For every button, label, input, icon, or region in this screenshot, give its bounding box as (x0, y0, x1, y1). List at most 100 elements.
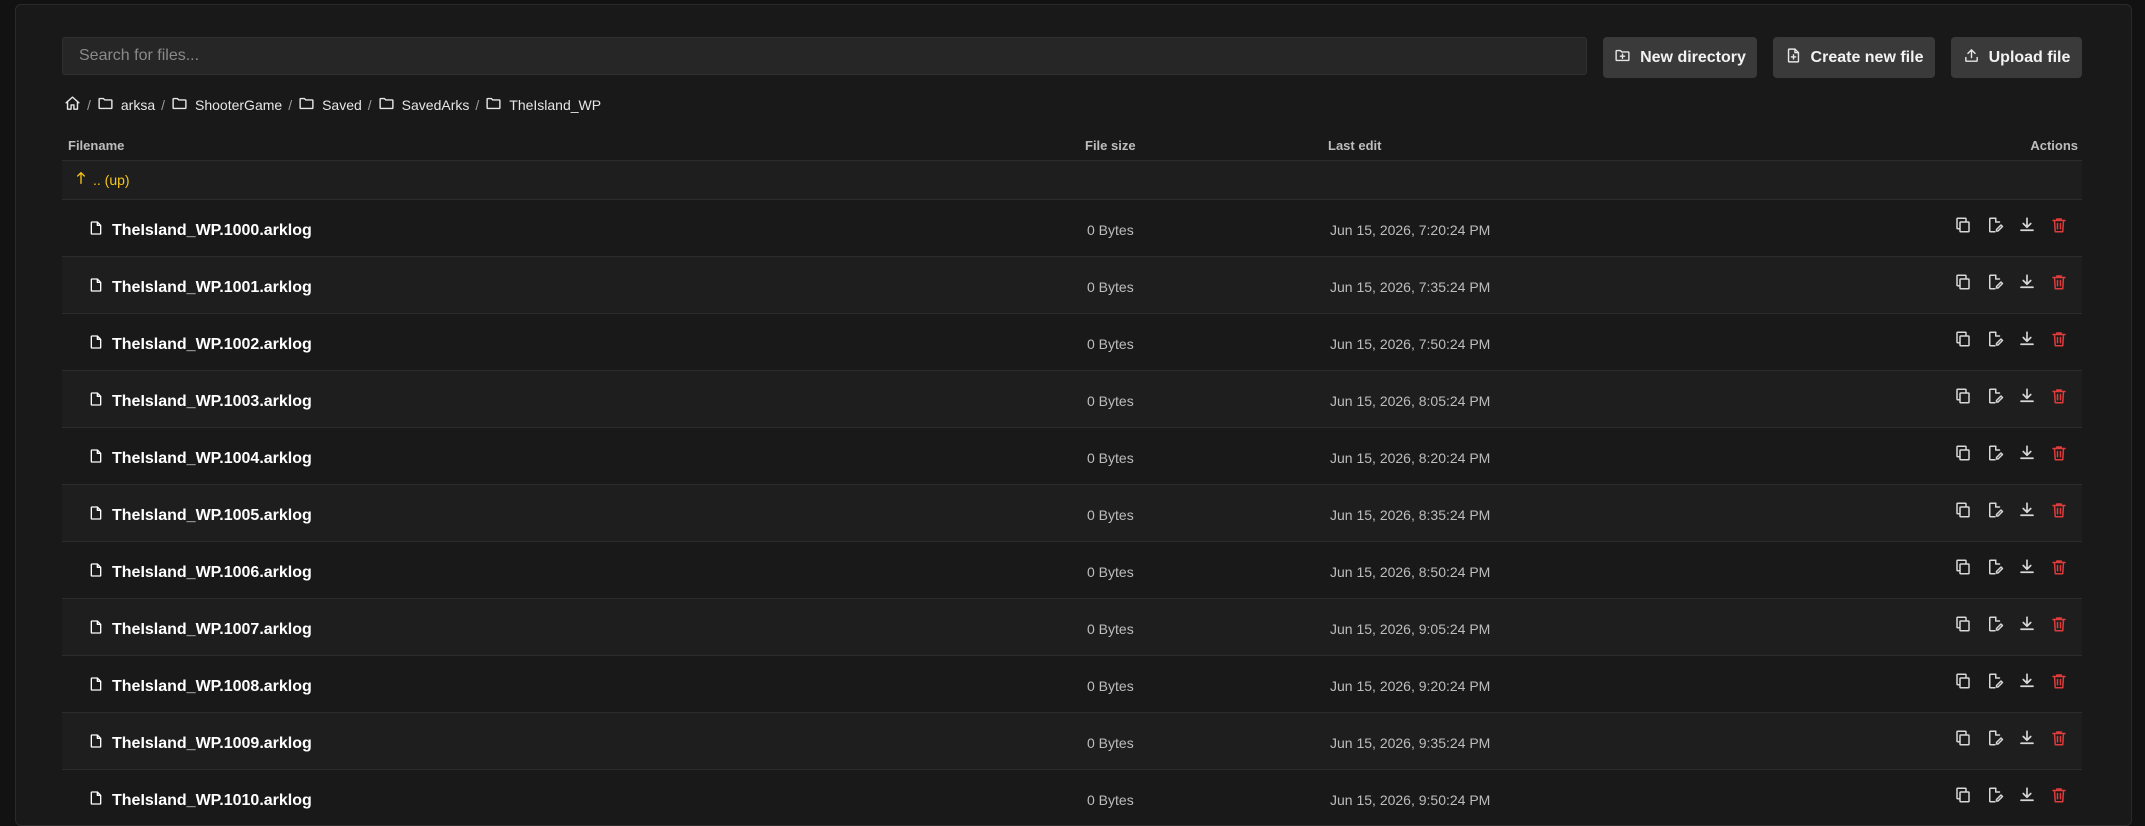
edit-icon[interactable] (1986, 387, 2004, 405)
table-row[interactable]: TheIsland_WP.1006.arklog 0 Bytes Jun 15, 2… (62, 541, 2082, 598)
search-input[interactable] (62, 37, 1587, 75)
breadcrumb-item-savedarks[interactable]: SavedArks (378, 95, 469, 115)
trash-icon[interactable] (2050, 273, 2068, 291)
file-size: 0 Bytes (1087, 564, 1134, 580)
upload-file-label: Upload file (1988, 48, 2071, 66)
file-name-cell[interactable]: TheIsland_WP.1010.arklog (88, 790, 312, 811)
breadcrumb-home[interactable] (64, 95, 81, 115)
trash-icon[interactable] (2050, 729, 2068, 747)
download-icon[interactable] (2018, 387, 2036, 405)
file-name-cell[interactable]: TheIsland_WP.1000.arklog (88, 220, 312, 241)
file-name-cell[interactable]: TheIsland_WP.1002.arklog (88, 334, 312, 355)
column-header-file-size[interactable]: File size (1085, 138, 1136, 153)
file-name-cell[interactable]: TheIsland_WP.1004.arklog (88, 448, 312, 469)
breadcrumb-item-arksa[interactable]: arksa (97, 95, 155, 115)
row-actions (1954, 444, 2068, 462)
trash-icon[interactable] (2050, 387, 2068, 405)
copy-icon[interactable] (1954, 615, 1972, 633)
copy-icon[interactable] (1954, 729, 1972, 747)
file-name-cell[interactable]: TheIsland_WP.1006.arklog (88, 562, 312, 583)
download-icon[interactable] (2018, 672, 2036, 690)
edit-icon[interactable] (1986, 615, 2004, 633)
create-new-file-button[interactable]: Create new file (1773, 37, 1935, 78)
table-row[interactable]: TheIsland_WP.1000.arklog 0 Bytes Jun 15, 2… (62, 199, 2082, 256)
table-row[interactable]: TheIsland_WP.1003.arklog 0 Bytes Jun 15, 2… (62, 370, 2082, 427)
edit-icon[interactable] (1986, 216, 2004, 234)
column-header-last-edit[interactable]: Last edit (1328, 138, 1381, 153)
trash-icon[interactable] (2050, 216, 2068, 234)
file-size: 0 Bytes (1087, 621, 1134, 637)
column-header-filename[interactable]: Filename (68, 138, 124, 153)
file-name-cell[interactable]: TheIsland_WP.1008.arklog (88, 676, 312, 697)
copy-icon[interactable] (1954, 387, 1972, 405)
copy-icon[interactable] (1954, 786, 1972, 804)
file-name: TheIsland_WP.1009.arklog (112, 734, 312, 752)
file-name-cell[interactable]: TheIsland_WP.1007.arklog (88, 619, 312, 640)
file-name-cell[interactable]: TheIsland_WP.1009.arklog (88, 733, 312, 754)
up-directory-row[interactable]: .. (up) (62, 161, 2082, 199)
copy-icon[interactable] (1954, 444, 1972, 462)
table-row[interactable]: TheIsland_WP.1008.arklog 0 Bytes Jun 15, 2… (62, 655, 2082, 712)
toolbar: New directory Create new file Upload fil… (62, 37, 2082, 79)
up-directory-link[interactable]: .. (up) (73, 169, 130, 190)
trash-icon[interactable] (2050, 558, 2068, 576)
copy-icon[interactable] (1954, 558, 1972, 576)
trash-icon[interactable] (2050, 330, 2068, 348)
download-icon[interactable] (2018, 501, 2036, 519)
table-row[interactable]: TheIsland_WP.1001.arklog 0 Bytes Jun 15, 2… (62, 256, 2082, 313)
breadcrumb-item-saved[interactable]: Saved (298, 95, 362, 115)
edit-icon[interactable] (1986, 729, 2004, 747)
breadcrumb-item-theisland-wp[interactable]: TheIsland_WP (485, 95, 601, 115)
trash-icon[interactable] (2050, 786, 2068, 804)
download-icon[interactable] (2018, 330, 2036, 348)
file-icon (88, 448, 104, 469)
arrow-up-icon (73, 169, 89, 190)
download-icon[interactable] (2018, 786, 2036, 804)
table-row[interactable]: TheIsland_WP.1007.arklog 0 Bytes Jun 15, 2… (62, 598, 2082, 655)
file-icon (88, 562, 104, 583)
download-icon[interactable] (2018, 273, 2036, 291)
download-icon[interactable] (2018, 615, 2036, 633)
row-actions (1954, 216, 2068, 234)
trash-icon[interactable] (2050, 672, 2068, 690)
trash-icon[interactable] (2050, 501, 2068, 519)
breadcrumb-item-shootergame[interactable]: ShooterGame (171, 95, 282, 115)
download-icon[interactable] (2018, 729, 2036, 747)
table-row[interactable]: TheIsland_WP.1009.arklog 0 Bytes Jun 15, 2… (62, 712, 2082, 769)
edit-icon[interactable] (1986, 786, 2004, 804)
up-directory-label: .. (up) (93, 171, 130, 188)
file-size: 0 Bytes (1087, 792, 1134, 808)
copy-icon[interactable] (1954, 273, 1972, 291)
file-name-cell[interactable]: TheIsland_WP.1003.arklog (88, 391, 312, 412)
copy-icon[interactable] (1954, 672, 1972, 690)
row-actions (1954, 786, 2068, 804)
edit-icon[interactable] (1986, 330, 2004, 348)
new-directory-button[interactable]: New directory (1603, 37, 1757, 78)
download-icon[interactable] (2018, 216, 2036, 234)
file-name-cell[interactable]: TheIsland_WP.1005.arklog (88, 505, 312, 526)
folder-icon (171, 95, 188, 115)
edit-icon[interactable] (1986, 273, 2004, 291)
breadcrumb-separator: / (367, 97, 372, 113)
trash-icon[interactable] (2050, 615, 2068, 633)
table-row[interactable]: TheIsland_WP.1005.arklog 0 Bytes Jun 15, 2… (62, 484, 2082, 541)
row-actions (1954, 558, 2068, 576)
trash-icon[interactable] (2050, 444, 2068, 462)
table-row[interactable]: TheIsland_WP.1004.arklog 0 Bytes Jun 15, 2… (62, 427, 2082, 484)
copy-icon[interactable] (1954, 330, 1972, 348)
copy-icon[interactable] (1954, 216, 1972, 234)
file-icon (88, 733, 104, 754)
table-row[interactable]: TheIsland_WP.1002.arklog 0 Bytes Jun 15, 2… (62, 313, 2082, 370)
edit-icon[interactable] (1986, 672, 2004, 690)
table-row[interactable]: TheIsland_WP.1010.arklog 0 Bytes Jun 15, 2… (62, 769, 2082, 826)
download-icon[interactable] (2018, 444, 2036, 462)
edit-icon[interactable] (1986, 558, 2004, 576)
breadcrumb-separator: / (288, 97, 293, 113)
file-icon (88, 619, 104, 640)
upload-file-button[interactable]: Upload file (1951, 37, 2082, 78)
copy-icon[interactable] (1954, 501, 1972, 519)
edit-icon[interactable] (1986, 501, 2004, 519)
edit-icon[interactable] (1986, 444, 2004, 462)
file-name-cell[interactable]: TheIsland_WP.1001.arklog (88, 277, 312, 298)
download-icon[interactable] (2018, 558, 2036, 576)
